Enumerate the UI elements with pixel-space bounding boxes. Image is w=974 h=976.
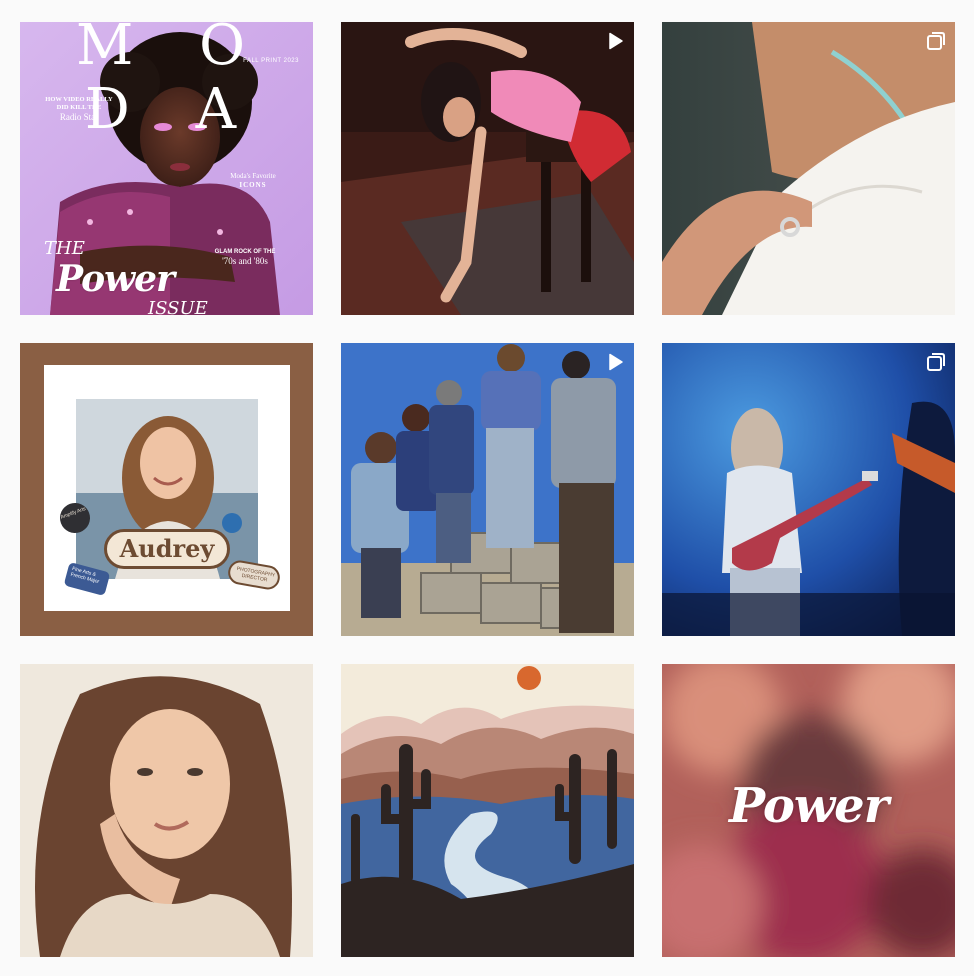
cover-headline: HOW VIDEO REALLY DID KILL THE Radio Star [36,96,122,122]
post-band-group[interactable] [341,343,634,636]
dancer-photo-image [341,22,634,315]
cover-brand-title: M O D A [75,22,270,142]
audrey-name-label: Audrey [104,529,230,569]
guitarist-stage-image [662,343,955,636]
cover-headline-line1: HOW VIDEO REALLY [45,96,113,103]
cover-glam-line2: '70s and '80s [222,256,268,266]
cover-glam-blurb: GLAM ROCK OF THE '70s and '80s [195,248,295,266]
play-icon [609,353,623,371]
post-power-blur[interactable]: Power [662,664,955,957]
power-overlay-text: Power [729,778,889,834]
cover-icons-blurb: Moda's Favorite ICONS [211,172,295,190]
post-desert-illustration[interactable] [341,664,634,957]
desert-illustration-image [341,664,634,957]
reel-badge [604,30,626,52]
cover-issue-word: ISSUE [148,298,208,315]
profile-post-grid: M O D A FALL PRINT 2023 HOW VIDEO REALLY… [20,22,955,957]
reel-badge [604,351,626,373]
portrait-woman-image [20,664,313,957]
cover-icons-line2: ICONS [239,181,267,189]
carousel-badge [925,30,947,52]
cover-edition: FALL PRINT 2023 [243,58,299,64]
post-portrait-woman[interactable] [20,664,313,957]
cover-the-word: THE [44,238,85,259]
audrey-card-image [20,343,313,636]
play-icon [609,32,623,50]
post-moda-cover[interactable]: M O D A FALL PRINT 2023 HOW VIDEO REALLY… [20,22,313,315]
cover-glam-line1: GLAM ROCK OF THE [214,249,276,255]
post-dancer-photo[interactable] [341,22,634,315]
carousel-badge [925,351,947,373]
cover-headline-line2: DID KILL THE [56,104,102,111]
shirt-closeup-image [662,22,955,315]
post-shirt-closeup[interactable] [662,22,955,315]
post-guitarist-stage[interactable] [662,343,955,636]
post-audrey-card[interactable]: Audrey Amplify Arts Fine Arts & French M… [20,343,313,636]
cover-power-word: Power [56,258,175,300]
carousel-icon [927,353,945,371]
cover-icons-line1: Moda's Favorite [230,172,276,180]
carousel-icon [927,32,945,50]
cover-headline-line3: Radio Star [59,112,99,122]
band-group-image [341,343,634,636]
